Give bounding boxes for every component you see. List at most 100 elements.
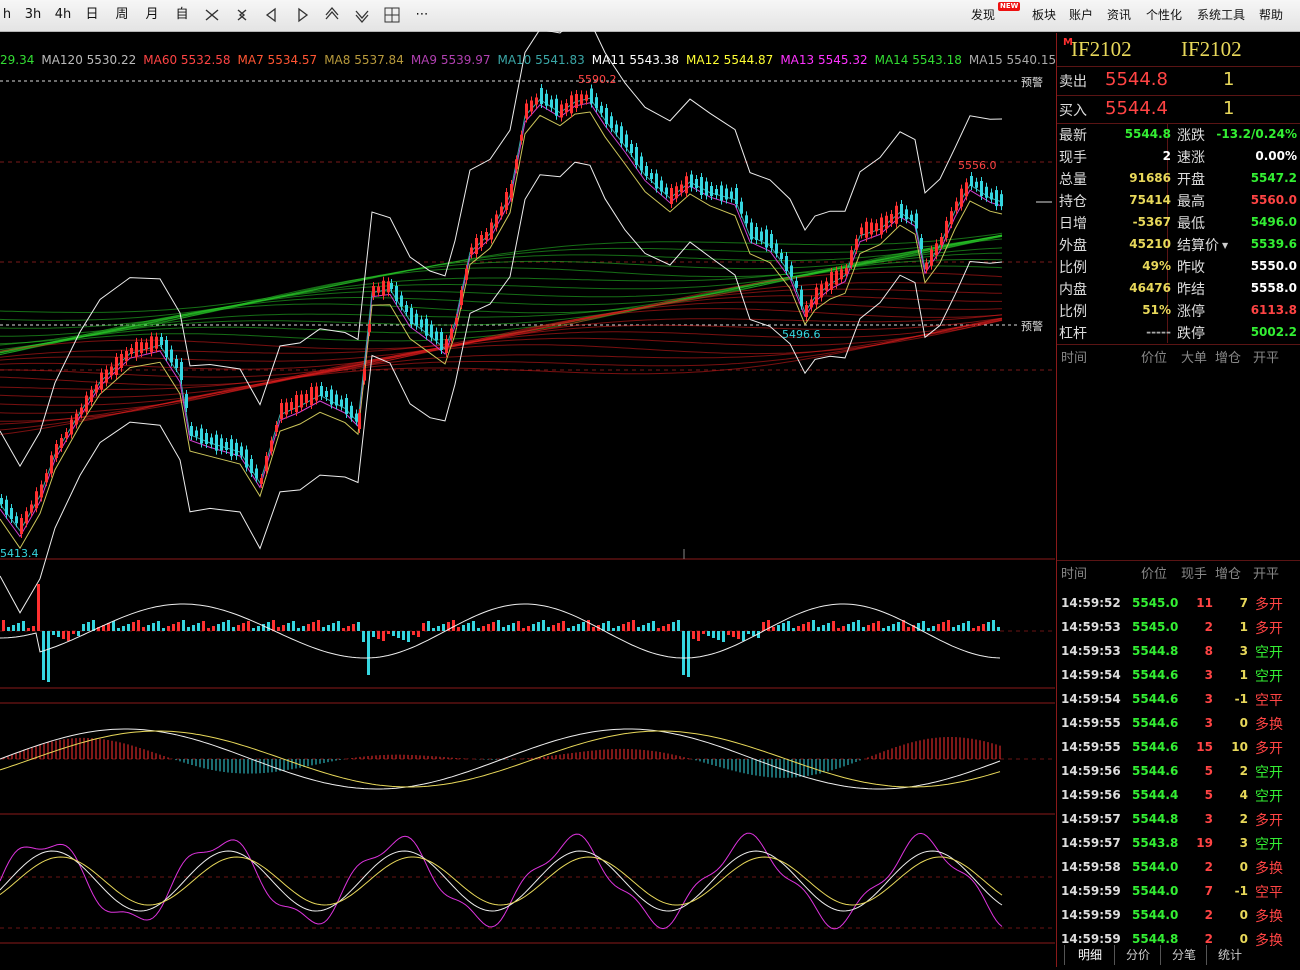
candle-body (575, 94, 578, 108)
quote-label-2: 最高 (1177, 194, 1205, 210)
quote-value-2: -13.2/0.24% (1216, 127, 1297, 141)
period-button-3h[interactable]: 3h (22, 4, 44, 26)
dropdown-arrow-icon[interactable]: ▼ (1222, 241, 1228, 250)
volume-bar (527, 626, 530, 631)
trade-row: 14:59:59 5544.0 2 0 多换 (1057, 904, 1300, 928)
menu-news[interactable]: 资讯 (1107, 4, 1131, 26)
arrow-down-icon[interactable] (350, 4, 374, 26)
arrow-right-icon[interactable] (290, 4, 314, 26)
candle-body (835, 270, 838, 285)
tab-detail[interactable]: 明细 (1064, 945, 1115, 965)
volume-bar (232, 627, 235, 631)
candle-body (595, 97, 598, 109)
menu-account[interactable]: 账户 (1069, 4, 1093, 26)
menu-discover[interactable]: 发现 (971, 4, 995, 26)
volume-bar (507, 625, 510, 631)
column-header: 价位 (1141, 351, 1168, 366)
menu-help[interactable]: 帮助 (1259, 4, 1283, 26)
toolbar: h 3h 4h 日 周 月 自 ⋯ 发现 NEW 板块 账户 资讯 个性化 系统… (0, 0, 1300, 32)
trade-time: 14:59:56 (1061, 764, 1121, 778)
arrow-up-icon[interactable] (320, 4, 344, 26)
candle-body (150, 336, 153, 353)
candle-body (135, 341, 138, 357)
volume-bar (567, 628, 570, 631)
candle-body (350, 405, 353, 418)
trade-oi-change: 1 (1239, 620, 1248, 634)
menu-personalize[interactable]: 个性化 (1146, 4, 1182, 26)
candle-body (10, 508, 13, 519)
zoom-in-icon[interactable] (200, 4, 224, 26)
more-button[interactable]: ⋯ (410, 4, 434, 26)
candle-body (65, 432, 68, 438)
candle-body (190, 426, 193, 436)
ma-legend-item: MA120 5530.22 (41, 53, 137, 67)
ma-legend-item: MA8 5537.84 (324, 53, 404, 67)
volume-bar (727, 631, 730, 635)
column-header: 大单 (1181, 351, 1208, 366)
candle-body (620, 126, 623, 144)
candle-body (200, 428, 203, 444)
trade-oi-change: 10 (1231, 740, 1248, 754)
detail-tabs: 明细 分价 分笔 统计 (1056, 943, 1300, 967)
volume-bar (432, 628, 435, 631)
candle-body (430, 324, 433, 338)
candle-body (965, 182, 968, 197)
period-button-week[interactable]: 周 (112, 4, 132, 26)
tab-stats[interactable]: 统计 (1206, 945, 1253, 965)
volume-bar (442, 624, 445, 631)
candle-body (325, 391, 328, 397)
candle-body (5, 499, 8, 515)
volume-bar (842, 626, 845, 631)
volume-bar (592, 627, 595, 631)
volume-bar (112, 621, 115, 631)
candle-body (285, 402, 288, 415)
symbol-code[interactable]: IF2102 (1071, 37, 1132, 63)
candle-body (590, 88, 593, 104)
volume-bar (207, 628, 210, 631)
tab-tick[interactable]: 分笔 (1160, 945, 1207, 965)
tab-price-breakdown[interactable]: 分价 (1114, 945, 1161, 965)
volume-bar (747, 631, 750, 634)
period-button-month[interactable]: 月 (142, 4, 162, 26)
arrow-left-icon[interactable] (260, 4, 284, 26)
menu-system-tools[interactable]: 系统工具 (1197, 4, 1245, 26)
quote-value-2: 5002.2 (1250, 325, 1297, 339)
column-header: 增仓 (1215, 567, 1242, 582)
trade-row: 14:59:57 5543.8 19 3 空开 (1057, 832, 1300, 856)
candle-body (425, 318, 428, 336)
volume-bar (762, 622, 765, 631)
zoom-out-icon[interactable] (230, 4, 254, 26)
volume-bar (337, 621, 340, 631)
chart-area[interactable]: 预警预警5590.25413.45496.65556.02021/01/2020… (0, 18, 1056, 962)
volume-bar (417, 631, 420, 637)
period-button-custom[interactable]: 自 (172, 4, 192, 26)
candle-body (525, 103, 528, 119)
period-button-4h[interactable]: 4h (52, 4, 74, 26)
quote-value: 91686 (1129, 171, 1171, 185)
candle-body (860, 227, 863, 235)
candle-body (560, 104, 563, 118)
period-button-h[interactable]: h (0, 4, 14, 26)
trade-time: 14:59:57 (1061, 812, 1121, 826)
candle-body (330, 389, 333, 405)
candle-body (215, 434, 218, 451)
volume-bar (622, 624, 625, 631)
column-header: 时间 (1061, 351, 1088, 366)
candle-body (250, 459, 253, 473)
menu-sector[interactable]: 板块 (1032, 4, 1056, 26)
candle-body (700, 177, 703, 195)
candle-body (850, 250, 853, 266)
candle-body (675, 186, 678, 199)
period-button-day[interactable]: 日 (82, 4, 102, 26)
buy-qty: 1 (1223, 98, 1235, 119)
layout-grid-icon[interactable] (380, 4, 404, 26)
buy-row[interactable]: 买入 5544.4 1 (1057, 95, 1300, 122)
sell-row[interactable]: 卖出 5544.8 1 (1057, 66, 1300, 93)
volume-bar (857, 620, 860, 631)
candlestick-chart[interactable]: 预警预警5590.25413.45496.65556.02021/01/2020… (0, 18, 1055, 962)
volume-bar (942, 622, 945, 631)
volume-bar (687, 631, 690, 677)
volume-bar (852, 622, 855, 631)
trade-price: 5545.0 (1132, 620, 1179, 634)
candle-body (905, 209, 908, 220)
